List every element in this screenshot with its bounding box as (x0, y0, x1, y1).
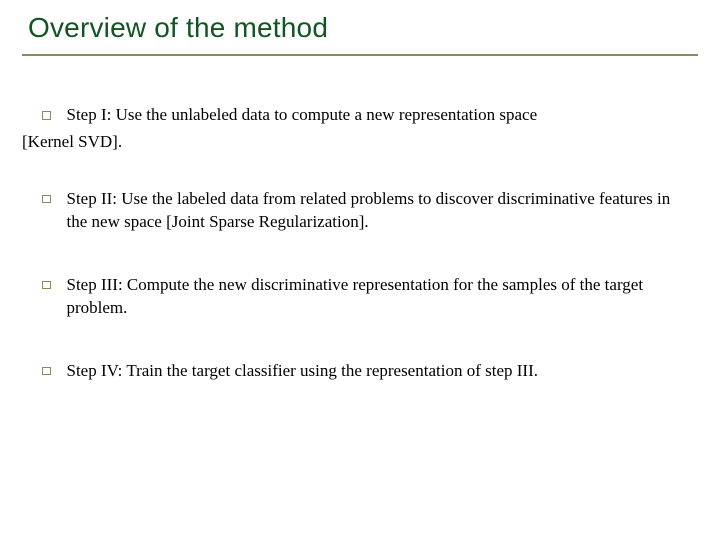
square-bullet-icon (42, 281, 51, 290)
step-text: Step II: Use the labeled data from relat… (67, 188, 689, 234)
slide-title: Overview of the method (28, 12, 698, 44)
list-item: Step I: Use the unlabeled data to comput… (42, 104, 688, 154)
square-bullet-icon (42, 195, 51, 204)
step-text: Step IV: Train the target classifier usi… (67, 360, 538, 383)
list-item: Step II: Use the labeled data from relat… (42, 188, 688, 234)
step-text: Step III: Compute the new discriminative… (67, 274, 689, 320)
list-item: Step III: Compute the new discriminative… (42, 274, 688, 320)
square-bullet-icon (42, 111, 51, 120)
list-item: Step IV: Train the target classifier usi… (42, 360, 688, 383)
step-text-continuation: [Kernel SVD]. (22, 131, 688, 154)
square-bullet-icon (42, 367, 51, 376)
title-container: Overview of the method (22, 12, 698, 56)
step-text: Step I: Use the unlabeled data to comput… (67, 104, 538, 127)
slide: Overview of the method Step I: Use the u… (0, 0, 720, 540)
content-area: Step I: Use the unlabeled data to comput… (22, 104, 698, 383)
